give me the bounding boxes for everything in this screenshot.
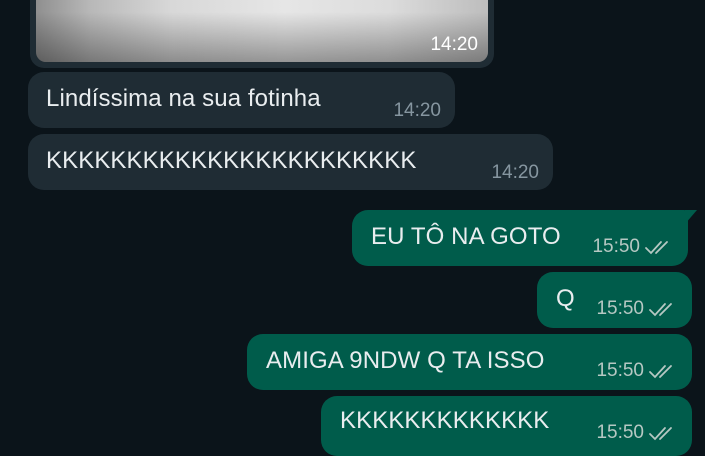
double-check-icon [645, 241, 668, 255]
bubble-tail [685, 210, 697, 224]
message-time: 14:20 [393, 100, 441, 121]
photo-thumbnail[interactable] [36, 0, 488, 62]
message-text: Lindíssima na sua fotinha [46, 85, 321, 112]
message-time: 15:50 [592, 236, 640, 257]
message-text: KKKKKKKKKKKKKKKKKKKKKKK [46, 147, 417, 174]
outgoing-message[interactable]: EU TÔ NA GOTO 15:50 [352, 210, 697, 266]
message-time: 15:50 [596, 360, 644, 381]
message-time: 15:50 [596, 422, 644, 443]
double-check-icon [649, 365, 672, 379]
message-text: EU TÔ NA GOTO [371, 223, 561, 250]
incoming-message[interactable]: KKKKKKKKKKKKKKKKKKKKKKK 14:20 [28, 134, 553, 190]
image-message[interactable]: 14:20 [30, 0, 494, 68]
outgoing-message[interactable]: AMIGA 9NDW Q TA ISSO 15:50 [247, 334, 692, 390]
message-time: 14:20 [491, 162, 539, 183]
double-check-icon [649, 427, 672, 441]
incoming-message[interactable]: Lindíssima na sua fotinha 14:20 [28, 72, 455, 128]
double-check-icon [649, 303, 672, 317]
chat-conversation[interactable]: 14:20 Lindíssima na sua fotinha 14:20 KK… [0, 0, 705, 456]
outgoing-message[interactable]: KKKKKKKKKKKKK 15:50 [321, 396, 692, 456]
message-text: KKKKKKKKKKKKK [340, 407, 550, 434]
message-text: Q [556, 285, 575, 312]
message-time: 14:20 [430, 34, 478, 55]
message-time: 15:50 [596, 298, 644, 319]
outgoing-message[interactable]: Q 15:50 [537, 272, 692, 328]
message-text: AMIGA 9NDW Q TA ISSO [266, 347, 545, 374]
